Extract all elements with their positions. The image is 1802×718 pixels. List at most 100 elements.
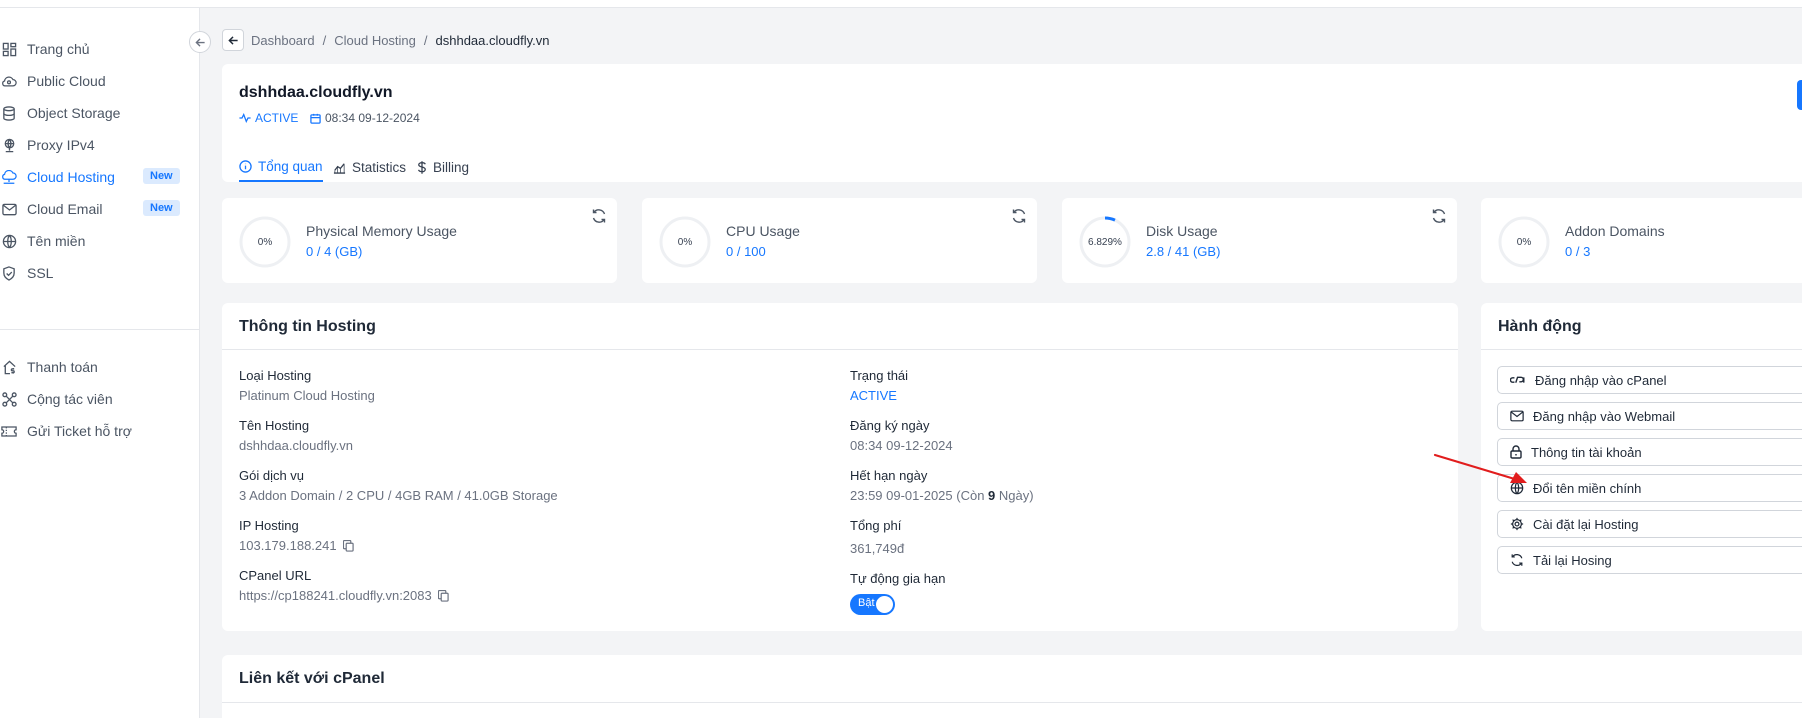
breadcrumb: Dashboard / Cloud Hosting / dshhdaa.clou… [251, 30, 549, 50]
breadcrumb-item[interactable]: Dashboard [251, 33, 315, 48]
back-button[interactable] [222, 29, 244, 51]
sidebar-item-affiliate[interactable]: Cộng tác viên [0, 384, 190, 414]
status-value: ACTIVE [850, 388, 897, 403]
arrow-left-icon [194, 37, 205, 47]
sidebar-item-support-ticket[interactable]: Gửi Ticket hỗ trợ [0, 416, 190, 446]
sidebar-item-label: Tên miền [27, 233, 86, 249]
created-date: 08:34 09-12-2024 [310, 111, 420, 125]
addon-domains-card: 0% Addon Domains 0 / 3 [1481, 198, 1802, 283]
breadcrumb-item[interactable]: Cloud Hosting [334, 33, 416, 48]
sidebar-item-label: Proxy IPv4 [27, 137, 95, 153]
sidebar-item-public-cloud[interactable]: Public Cloud [0, 66, 190, 96]
globe-network-icon [0, 136, 18, 154]
arrow-left-icon [227, 35, 238, 45]
stat-value: 0 / 4 (GB) [306, 244, 363, 259]
sidebar-item-ssl[interactable]: SSL [0, 258, 190, 288]
reload-hosting-button[interactable]: Tải lại Hosing [1497, 546, 1802, 574]
hosting-info-card: Thông tin Hosting Loại Hosting Platinum … [222, 303, 1458, 631]
dollar-icon [417, 160, 426, 174]
field-label: Loại Hosting [239, 368, 312, 383]
gear-icon [1510, 517, 1524, 531]
database-icon [0, 104, 18, 122]
change-primary-domain-button[interactable]: Đổi tên miền chính [1497, 474, 1802, 502]
tab-statistics[interactable]: Statistics [333, 152, 406, 182]
field-label: IP Hosting [239, 518, 299, 533]
sidebar-item-label: SSL [27, 265, 54, 281]
toggle-knob [876, 596, 893, 613]
sidebar-item-domain[interactable]: Tên miền [0, 226, 190, 256]
section-title: Liên kết với cPanel [239, 670, 385, 687]
refresh-icon[interactable] [591, 208, 607, 224]
breadcrumb-current: dshhdaa.cloudfly.vn [435, 32, 550, 48]
sidebar-item-payment[interactable]: Thanh toán [0, 352, 190, 382]
sidebar-item-cloud-hosting[interactable]: Cloud Hosting New [0, 162, 190, 192]
cpanel-url-value: https://cp188241.cloudfly.vn:2083 [239, 588, 449, 603]
sidebar-item-label: Cloud Email [27, 201, 103, 217]
sidebar-item-label: Cloud Hosting [27, 169, 115, 185]
section-divider [222, 702, 1802, 703]
copy-icon[interactable] [437, 589, 449, 602]
field-label: Tự động gia hạn [850, 571, 946, 586]
toggle-label: Bật [858, 597, 875, 609]
cpanel-links-card: Liên kết với cPanel [222, 655, 1802, 718]
disk-usage-card: 6.829% Disk Usage 2.8 / 41 (GB) [1062, 198, 1457, 283]
sidebar: Trang chủ Public Cloud Object Storage Pr… [0, 8, 200, 718]
ip-value: 103.179.188.241 [239, 538, 354, 553]
tab-billing[interactable]: Billing [417, 152, 469, 182]
refresh-icon[interactable] [1431, 208, 1447, 224]
field-label: Tổng phí [850, 518, 902, 533]
sidebar-item-object-storage[interactable]: Object Storage [0, 98, 190, 128]
memory-usage-card: 0% Physical Memory Usage 0 / 4 (GB) [222, 198, 617, 283]
sidebar-collapse-button[interactable] [189, 31, 211, 53]
refresh-icon[interactable] [1011, 208, 1027, 224]
sidebar-item-label: Gửi Ticket hỗ trợ [27, 423, 132, 439]
tab-overview[interactable]: Tổng quan [239, 152, 323, 182]
account-info-button[interactable]: Thông tin tài khoản [1497, 438, 1802, 466]
globe-icon [1510, 481, 1524, 495]
usage-percent: 6.829% [1088, 236, 1122, 248]
auto-renew-toggle[interactable]: Bật [850, 594, 895, 615]
reinstall-hosting-button[interactable]: Cài đặt lại Hosting [1497, 510, 1802, 538]
sidebar-item-cloud-email[interactable]: Cloud Email New [0, 194, 190, 224]
cpu-usage-card: 0% CPU Usage 0 / 100 [642, 198, 1037, 283]
top-bar [0, 0, 1802, 8]
hosting-type-value: Platinum Cloud Hosting [239, 388, 375, 403]
stat-value: 0 / 3 [1565, 244, 1591, 259]
stat-title: CPU Usage [726, 223, 800, 239]
sidebar-item-label: Thanh toán [27, 359, 98, 375]
sidebar-divider [0, 329, 200, 330]
actions-card: Hành động Đăng nhập vào cPanel Đăng nhập… [1481, 303, 1802, 631]
stat-title: Addon Domains [1565, 223, 1665, 239]
sidebar-item-label: Object Storage [27, 105, 121, 121]
stat-title: Physical Memory Usage [306, 223, 457, 239]
sidebar-item-label: Cộng tác viên [27, 391, 113, 407]
login-cpanel-button[interactable]: Đăng nhập vào cPanel [1497, 366, 1802, 394]
cloud-gear-icon [0, 72, 18, 90]
pulse-icon [239, 113, 251, 123]
globe-icon [0, 232, 18, 250]
section-divider [1481, 349, 1802, 350]
stat-title: Disk Usage [1146, 223, 1218, 239]
field-label: Gói dịch vụ [239, 468, 305, 483]
mail-icon [1510, 410, 1524, 422]
usage-percent: 0% [677, 236, 693, 248]
hosting-header-card: dshhdaa.cloudfly.vn ACTIVE 08:34 09-12-2… [222, 64, 1802, 182]
sidebar-item-home[interactable]: Trang chủ [0, 34, 190, 64]
registered-date-value: 08:34 09-12-2024 [850, 438, 953, 453]
stat-value: 0 / 100 [726, 244, 766, 259]
section-divider [222, 349, 1458, 350]
usage-percent: 0% [257, 236, 273, 248]
info-icon [239, 159, 252, 173]
chart-icon [333, 162, 346, 174]
shield-check-icon [0, 264, 18, 282]
header-action-button[interactable] [1797, 80, 1802, 110]
copy-icon[interactable] [342, 539, 354, 552]
hosting-name-value: dshhdaa.cloudfly.vn [239, 438, 353, 453]
sidebar-item-proxy[interactable]: Proxy IPv4 [0, 130, 190, 160]
field-label: Tên Hosting [239, 418, 310, 433]
login-webmail-button[interactable]: Đăng nhập vào Webmail [1497, 402, 1802, 430]
breadcrumb-separator: / [423, 32, 428, 48]
breadcrumb-separator: / [322, 32, 327, 48]
cpanel-icon [1510, 376, 1525, 383]
usage-percent: 0% [1516, 236, 1532, 248]
